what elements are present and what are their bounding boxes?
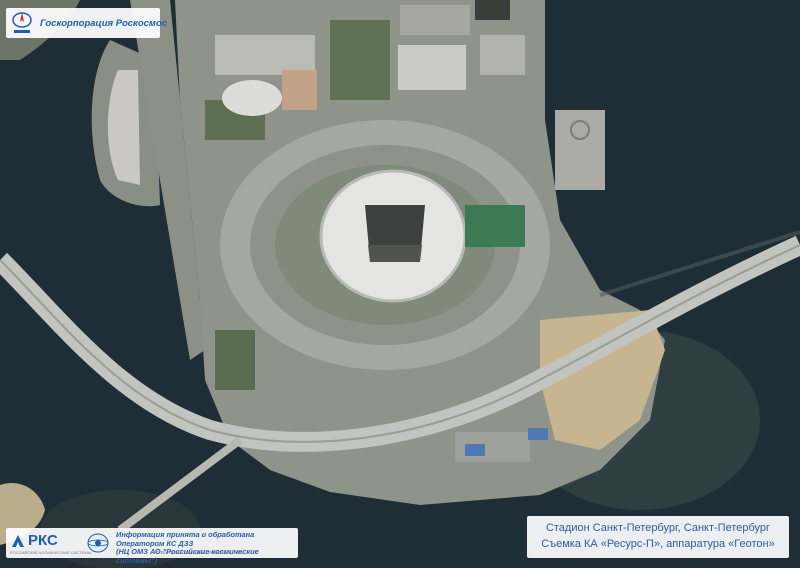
green-area — [215, 330, 255, 390]
ntsomz-emblem-icon — [86, 532, 110, 554]
roscosmos-emblem-icon — [10, 10, 34, 36]
rks-icon — [10, 533, 26, 549]
logo-text: Госкорпорация Роскосмос — [40, 17, 168, 29]
credit-text: Информация принята и обработана Оператор… — [116, 530, 298, 565]
green-area — [330, 20, 390, 100]
rks-subtitle: РОССИЙСКИЕ КОСМИЧЕСКИЕ СИСТЕМЫ — [10, 550, 92, 555]
roscosmos-logo-box: Госкорпорация Роскосмос — [6, 8, 167, 38]
dome-building — [222, 80, 282, 116]
blue-roof — [528, 428, 548, 440]
satellite-photo — [0, 0, 800, 568]
building — [400, 5, 470, 35]
credit-box: РКС РОССИЙСКИЕ КОСМИЧЕСКИЕ СИСТЕМЫ Инфор… — [6, 528, 298, 564]
image-caption: Стадион Санкт-Петербург, Санкт-Петербург… — [527, 516, 789, 558]
caption-line-2: Съемка КА «Ресурс-П», аппаратура «Геотон… — [541, 538, 775, 550]
building — [282, 70, 317, 110]
rks-label: РКС — [28, 532, 58, 549]
caption-line-1: Стадион Санкт-Петербург, Санкт-Петербург — [545, 522, 771, 534]
stadium-pitch-shadow — [368, 245, 422, 262]
training-field — [465, 205, 525, 247]
building — [475, 0, 510, 20]
building — [215, 35, 315, 75]
satellite-image: Госкорпорация Роскосмос Стадион Санкт-Пе… — [0, 0, 800, 568]
building — [480, 35, 525, 75]
building — [398, 45, 466, 90]
credit-rights: © Все права защищены, Роскосмос, 2018 — [156, 550, 244, 555]
credit-line-1: Информация принята и обработана Оператор… — [116, 530, 255, 548]
rks-logo: РКС — [10, 532, 58, 549]
blue-roof — [465, 444, 485, 456]
